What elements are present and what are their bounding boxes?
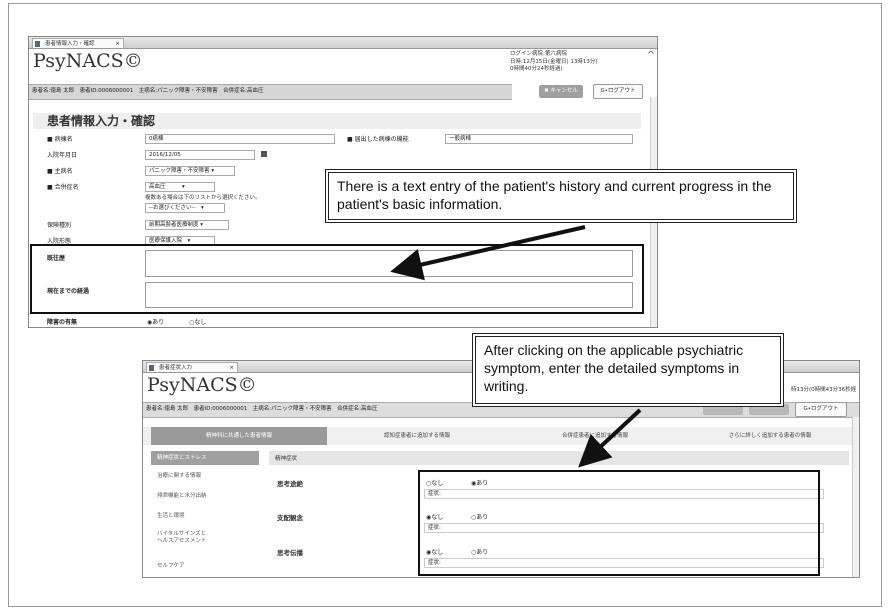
ward-field[interactable]: 0病棟 <box>145 134 335 144</box>
browser-tab[interactable]: 患者情報入力・確認 × <box>32 38 124 48</box>
sidebar-item-psych[interactable]: 精神症状とストレス <box>151 451 259 465</box>
tab-common-info[interactable]: 精神科に共通した患者情報 <box>151 427 327 445</box>
tab-dementia-info[interactable]: 認知症患者に追加する情報 <box>329 427 505 445</box>
login-time: 日時:12月15日(金曜日) 13時13分( <box>510 58 598 65</box>
history-progress-highlight <box>30 244 644 314</box>
logout-button[interactable]: G•ログアウト <box>593 84 643 99</box>
browser-tab-2[interactable]: 患者症状入力 × <box>146 362 238 372</box>
sidebar-item-excretion[interactable]: 排泄機能と水分出納 <box>157 493 207 500</box>
reported-function-field[interactable]: 一般病棟 <box>445 134 633 144</box>
insurance-label: 保険種別 <box>47 222 72 229</box>
symptom-label-2: 支配観念 <box>277 514 303 522</box>
tab-close-icon[interactable]: × <box>115 39 120 49</box>
panel-header-text: 精神症状 <box>275 456 298 462</box>
tab-title-2: 患者症状入力 <box>159 365 193 371</box>
ward-label: ■ 病棟名 <box>47 136 73 143</box>
cancel-button[interactable]: ✖ キャンセル <box>539 85 583 98</box>
sidebar-item-life[interactable]: 生活と環境 <box>157 513 185 520</box>
tab-detail-info[interactable]: さらに詳しく追加する患者の情報 <box>685 427 855 445</box>
sidebar: 精神症状とストレス 治療に関する情報 排泄機能と水分出納 生活と環境 バイタルサ… <box>151 451 263 577</box>
symptom-label-3: 思考伝播 <box>277 549 303 557</box>
calendar-icon[interactable] <box>261 151 267 157</box>
login-info: ログイン病院:第六病院 日時:12月15日(金曜日) 13時13分( 0時間40… <box>510 51 598 74</box>
main-disease-label: ■ 主病名 <box>47 168 73 175</box>
tab-title: 患者情報入力・確認 <box>45 41 95 47</box>
patient-bar-text-2: 患者名:徳島 太郎 患者ID:0006000001 主病名:パニック障害・不安障… <box>146 406 378 412</box>
logout-button-2[interactable]: G•ログアウト <box>795 402 847 417</box>
login-elapsed: 0時間40分24秒経過) <box>510 66 563 72</box>
page-title: 患者情報入力・確認 <box>33 113 641 129</box>
time-info: 時13分(0時間43分36秒経 <box>791 387 857 393</box>
complication-extra-select[interactable]: --お選びください-- ▾ <box>145 203 225 213</box>
disability-label: 障害の有無 <box>47 319 78 326</box>
admission-date-label: 入院年月日 <box>47 152 78 159</box>
main-disease-select[interactable]: パニック障害・不安障害 ▾ <box>145 166 235 176</box>
sidebar-item-treatment[interactable]: 治療に関する情報 <box>157 473 201 480</box>
patient-bar: 患者名:徳島 太郎 患者ID:0006000001 主病名:パニック障害・不安障… <box>29 84 512 100</box>
admission-date-field[interactable]: 2016/12/05 <box>145 150 255 160</box>
symptom-options-highlight <box>418 470 820 576</box>
page-icon-2 <box>149 365 154 371</box>
nav-tabs: 精神科に共通した患者情報 認知症患者に追加する情報 合併症患者に追加する情報 さ… <box>143 427 855 445</box>
sidebar-item-vitals[interactable]: バイタルサインズと ヘルスアセスメント <box>157 531 206 545</box>
app-logo-2: PsyNACS© <box>147 374 257 396</box>
disabled-button-a[interactable] <box>703 404 743 415</box>
insurance-select[interactable]: 前期高齢者医療制度 ▾ <box>145 220 229 230</box>
disabled-button-b[interactable] <box>749 404 789 415</box>
vertical-scrollbar-2[interactable] <box>852 417 859 577</box>
panel-header: 精神症状 <box>269 451 849 465</box>
app-logo: PsyNACS© <box>33 50 143 72</box>
page-icon <box>35 41 40 47</box>
complication-select[interactable]: 高血圧 ▾ <box>145 182 215 192</box>
complication-hint: 複数ある場合は下のリストから選択ください。 <box>145 195 261 201</box>
disability-no-radio[interactable]: ○なし <box>189 317 206 326</box>
callout-history: There is a text entry of the patient's h… <box>328 172 794 220</box>
symptom-label-1: 思考途絶 <box>277 480 303 488</box>
complication-label: ■ 合併症名 <box>47 184 79 191</box>
scroll-up-icon[interactable]: ^ <box>647 50 655 61</box>
sidebar-item-selfcare[interactable]: セルフケア <box>157 563 185 570</box>
callout-symptoms: After clicking on the applicable psychia… <box>475 336 781 404</box>
patient-bar-text: 患者名:徳島 太郎 患者ID:0006000001 主病名:パニック障害・不安障… <box>32 88 264 94</box>
reported-function-label: ■ 届出した病棟の機能 <box>347 136 409 143</box>
tab-close-icon-2[interactable]: × <box>229 363 234 373</box>
browser-chrome: 患者情報入力・確認 × <box>29 37 657 49</box>
login-hospital: ログイン病院:第六病院 <box>510 51 567 57</box>
tab-complication-info[interactable]: 合併症患者に追加する情報 <box>507 427 683 445</box>
disability-yes-radio[interactable]: ◉あり <box>147 317 164 326</box>
